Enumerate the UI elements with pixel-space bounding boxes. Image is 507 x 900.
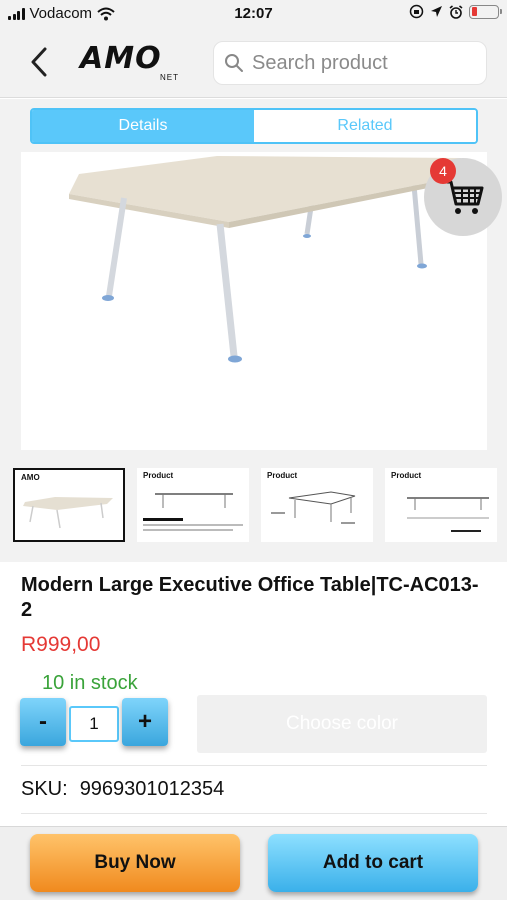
thumbnail-label: Product xyxy=(267,471,298,480)
search-bar[interactable] xyxy=(213,41,487,85)
search-icon xyxy=(225,54,243,72)
search-input[interactable] xyxy=(252,51,472,75)
alarm-icon xyxy=(449,4,463,19)
cart-count-badge: 4 xyxy=(430,158,456,184)
location-icon xyxy=(431,6,442,17)
product-title: Modern Large Executive Office Table|TC-A… xyxy=(21,574,479,621)
thumbnail-item[interactable]: Product xyxy=(385,468,497,542)
thumbnail-strip: AMO Product Product Product xyxy=(13,468,507,542)
divider xyxy=(21,813,487,814)
stock-status: 10 in stock xyxy=(42,672,138,694)
app-header: AMO NET xyxy=(0,28,507,98)
product-main-image[interactable] xyxy=(21,152,487,450)
thumbnail-label: Product xyxy=(391,471,422,480)
thumbnail-item[interactable]: Product xyxy=(137,468,249,542)
add-to-cart-button[interactable]: Add to cart xyxy=(268,834,478,892)
back-button[interactable] xyxy=(24,44,54,80)
tab-related[interactable]: Related xyxy=(254,110,476,142)
cart-icon xyxy=(444,180,484,214)
sku-row: SKU: 9969301012354 xyxy=(21,778,224,801)
logo-subtext: NET xyxy=(160,73,179,82)
buy-now-button[interactable]: Buy Now xyxy=(30,834,240,892)
thumbnail-logo: AMO xyxy=(21,473,40,482)
status-bar: Vodacom 12:07 xyxy=(0,0,507,28)
thumbnail-item[interactable]: AMO xyxy=(13,468,125,542)
tab-details[interactable]: Details xyxy=(32,110,254,142)
rotation-lock-icon xyxy=(409,4,424,19)
divider xyxy=(21,765,487,766)
brand-logo: AMO NET xyxy=(80,41,185,83)
detail-tabs: Details Related xyxy=(30,108,478,144)
table-illustration xyxy=(69,156,461,363)
choose-color-button[interactable]: Choose color xyxy=(197,695,487,753)
quantity-decrease-button[interactable]: - xyxy=(20,698,66,746)
quantity-increase-button[interactable]: + xyxy=(122,698,168,746)
status-right xyxy=(409,4,502,19)
thumbnail-label: Product xyxy=(143,471,174,480)
logo-text: AMO xyxy=(80,41,162,76)
sku-label: SKU: xyxy=(21,778,68,800)
quantity-input[interactable] xyxy=(69,706,119,742)
battery-icon xyxy=(469,4,502,19)
thumbnail-item[interactable]: Product xyxy=(261,468,373,542)
product-price: R999,00 xyxy=(21,633,101,656)
sku-value: 9969301012354 xyxy=(79,778,225,800)
back-chevron-icon xyxy=(31,47,47,77)
